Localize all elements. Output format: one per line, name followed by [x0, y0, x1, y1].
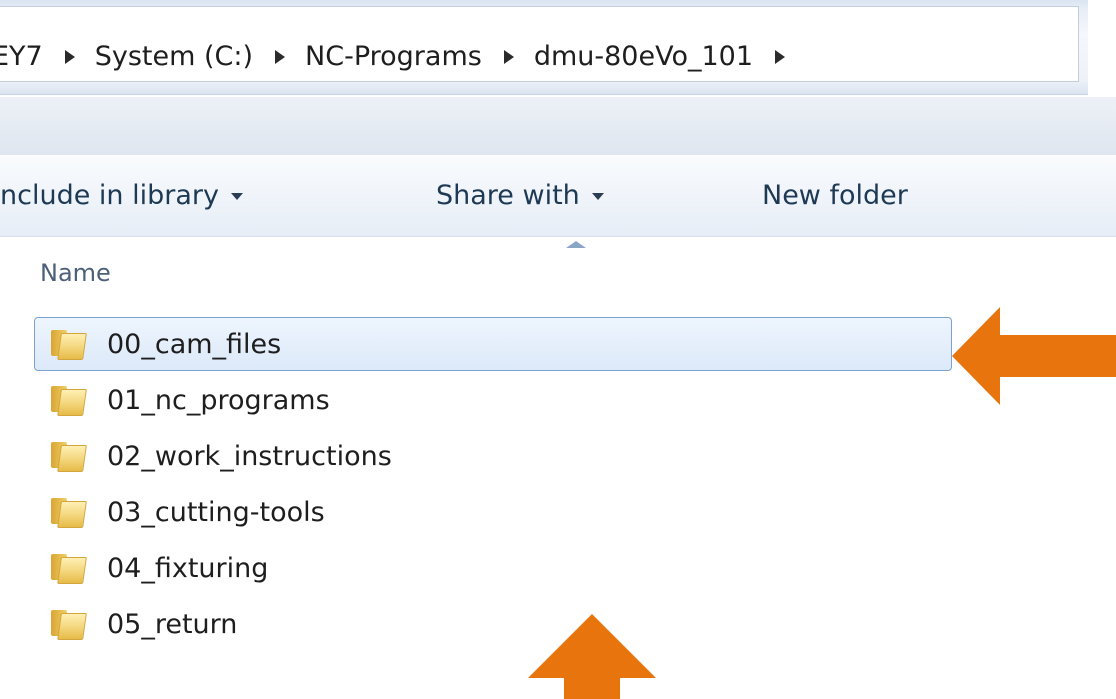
new-folder-button[interactable]: New folder: [762, 180, 908, 211]
address-bar: EY7 System (C:) NC-Programs dmu-80eVo_10…: [0, 0, 1088, 95]
file-name: 05_return: [107, 608, 238, 640]
explorer-window: EY7 System (C:) NC-Programs dmu-80eVo_10…: [0, 0, 1116, 699]
annotation-arrow-up-icon: [528, 614, 656, 699]
list-item[interactable]: 00_cam_files: [34, 317, 952, 371]
list-item[interactable]: 03_cutting-tools: [34, 485, 1034, 539]
new-folder-label: New folder: [762, 180, 908, 211]
file-name: 01_nc_programs: [107, 384, 330, 416]
dropdown-arrow-icon: [591, 193, 604, 200]
folder-icon: [49, 386, 87, 416]
share-with-button[interactable]: Share with: [436, 180, 604, 211]
breadcrumb-chevron-icon[interactable]: [64, 49, 75, 64]
file-name: 04_fixturing: [107, 552, 269, 584]
window-edge: [1088, 0, 1116, 96]
breadcrumb-chevron-icon[interactable]: [775, 49, 786, 64]
folder-icon: [49, 554, 87, 584]
folder-icon: [49, 330, 87, 360]
annotation-arrow-shape: [528, 614, 656, 699]
breadcrumb: EY7 System (C:) NC-Programs dmu-80eVo_10…: [0, 41, 799, 72]
folder-icon: [49, 610, 87, 640]
command-bar: nclude in library Share with New folder: [0, 156, 1116, 237]
file-name: 03_cutting-tools: [107, 496, 325, 528]
menu-band: [0, 96, 1116, 155]
column-header-name[interactable]: Name: [40, 259, 111, 287]
file-list: 00_cam_files 01_nc_programs 02_work_inst…: [34, 317, 1034, 653]
annotation-arrow-left-icon: [952, 307, 1116, 405]
address-field[interactable]: EY7 System (C:) NC-Programs dmu-80eVo_10…: [0, 6, 1079, 82]
file-name: 02_work_instructions: [107, 440, 392, 472]
breadcrumb-item-computer[interactable]: EY7: [0, 41, 49, 72]
include-in-library-button[interactable]: nclude in library: [0, 180, 243, 211]
breadcrumb-item-nc-programs[interactable]: NC-Programs: [299, 41, 488, 72]
file-name: 00_cam_files: [107, 328, 282, 360]
list-item[interactable]: 02_work_instructions: [34, 429, 1034, 483]
list-item[interactable]: 04_fixturing: [34, 541, 1034, 595]
list-item[interactable]: 01_nc_programs: [34, 373, 1034, 427]
annotation-arrow-shape: [952, 307, 1116, 405]
breadcrumb-item-dmu-80evo[interactable]: dmu-80eVo_101: [528, 41, 759, 72]
folder-icon: [49, 442, 87, 472]
include-in-library-label: nclude in library: [0, 180, 219, 211]
breadcrumb-chevron-icon[interactable]: [503, 49, 514, 64]
breadcrumb-chevron-icon[interactable]: [275, 49, 286, 64]
share-with-label: Share with: [436, 180, 580, 211]
dropdown-arrow-icon: [230, 193, 243, 200]
sort-ascending-icon: [566, 241, 586, 248]
folder-icon: [49, 498, 87, 528]
breadcrumb-item-system-drive[interactable]: System (C:): [89, 41, 259, 72]
